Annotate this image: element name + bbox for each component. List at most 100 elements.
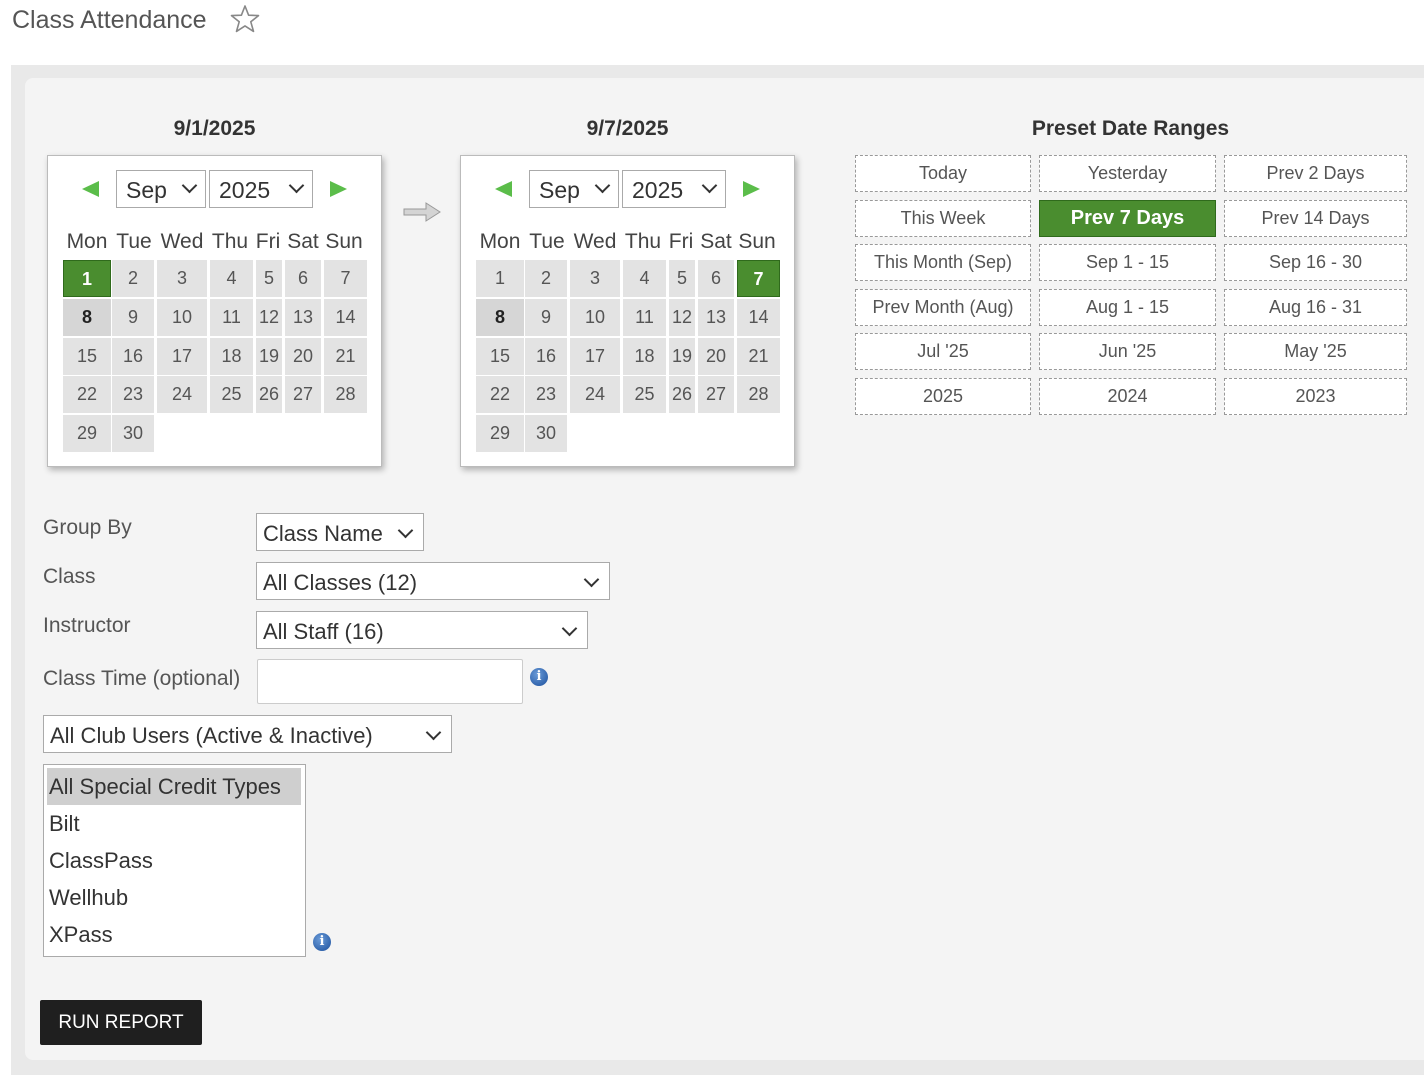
calendar-day[interactable]: 7 [737,260,780,297]
preset-range-button[interactable]: 2025 [855,378,1031,415]
calendar-day[interactable]: 15 [476,338,524,375]
calendar-day[interactable]: 17 [157,338,207,375]
calendar-day[interactable]: 12 [256,299,282,336]
calendar-day[interactable]: 30 [525,415,567,452]
class-select[interactable]: All Classes (12) [256,562,610,600]
calendar-day[interactable]: 10 [570,299,620,336]
next-month-arrow-icon[interactable] [743,181,760,197]
preset-range-button[interactable]: Prev 2 Days [1224,155,1407,192]
month-select[interactable]: Sep [529,170,619,208]
calendar-day[interactable]: 21 [737,338,780,375]
preset-range-button[interactable]: 2023 [1224,378,1407,415]
calendar-day[interactable]: 24 [157,376,207,413]
calendar-day[interactable]: 25 [623,376,666,413]
calendar-day[interactable]: 22 [63,376,111,413]
calendar-day[interactable]: 4 [623,260,666,297]
calendar-day[interactable]: 10 [157,299,207,336]
calendar-day[interactable]: 3 [570,260,620,297]
calendar-day[interactable]: 5 [669,260,695,297]
calendar-day[interactable]: 1 [63,260,111,297]
preset-range-button[interactable]: Yesterday [1039,155,1216,192]
calendar-day[interactable]: 30 [112,415,154,452]
calendar-day[interactable]: 13 [698,299,734,336]
calendar-day[interactable]: 27 [285,376,321,413]
calendar-day[interactable]: 14 [737,299,780,336]
star-icon[interactable] [229,3,261,35]
calendar-day[interactable]: 25 [210,376,253,413]
list-item[interactable]: ClassPass [47,842,301,879]
info-icon[interactable]: i [313,933,331,951]
next-month-arrow-icon[interactable] [330,181,347,197]
calendar-day[interactable]: 6 [285,260,321,297]
calendar-day[interactable]: 15 [63,338,111,375]
calendar-day[interactable]: 16 [525,338,567,375]
preset-range-button[interactable]: May '25 [1224,333,1407,370]
preset-range-button[interactable]: Prev 14 Days [1224,200,1407,237]
calendar-day[interactable]: 3 [157,260,207,297]
preset-range-button[interactable]: Aug 16 - 31 [1224,289,1407,326]
calendar-day[interactable]: 23 [112,376,154,413]
preset-range-button[interactable]: Sep 1 - 15 [1039,244,1216,281]
prev-month-arrow-icon[interactable] [495,181,512,197]
preset-range-button[interactable]: This Week [855,200,1031,237]
calendar-day[interactable]: 29 [476,415,524,452]
calendar-day[interactable]: 9 [525,299,567,336]
calendar-day[interactable]: 4 [210,260,253,297]
calendar-day[interactable]: 21 [324,338,367,375]
preset-range-button[interactable]: This Month (Sep) [855,244,1031,281]
calendar-day[interactable]: 19 [256,338,282,375]
preset-range-button[interactable]: Sep 16 - 30 [1224,244,1407,281]
calendar-day[interactable]: 8 [476,299,524,336]
list-item[interactable]: Wellhub [47,879,301,916]
calendar-day[interactable]: 1 [476,260,524,297]
year-select[interactable]: 2025 [209,170,313,208]
calendar-day[interactable]: 5 [256,260,282,297]
calendar-day[interactable]: 22 [476,376,524,413]
preset-range-button[interactable]: Today [855,155,1031,192]
calendar-day[interactable]: 28 [737,376,780,413]
calendar-day[interactable]: 29 [63,415,111,452]
calendar-day[interactable]: 26 [256,376,282,413]
calendar-day[interactable]: 14 [324,299,367,336]
preset-range-button[interactable]: Prev 7 Days [1039,200,1216,237]
calendar-day[interactable]: 16 [112,338,154,375]
list-item[interactable]: Bilt [47,805,301,842]
preset-range-button[interactable]: Aug 1 - 15 [1039,289,1216,326]
calendar-day[interactable]: 27 [698,376,734,413]
calendar-day[interactable]: 6 [698,260,734,297]
group-by-select[interactable]: Class Name [256,513,424,551]
class-time-input[interactable] [257,659,523,704]
calendar-day[interactable]: 2 [112,260,154,297]
list-item[interactable]: XPass [47,916,301,953]
calendar-day[interactable]: 20 [698,338,734,375]
prev-month-arrow-icon[interactable] [82,181,99,197]
calendar-day[interactable]: 17 [570,338,620,375]
run-report-button[interactable]: RUN REPORT [40,1000,202,1045]
calendar-day[interactable]: 19 [669,338,695,375]
preset-range-button[interactable]: Prev Month (Aug) [855,289,1031,326]
year-select[interactable]: 2025 [622,170,726,208]
calendar-day[interactable]: 12 [669,299,695,336]
calendar-day[interactable]: 11 [210,299,253,336]
calendar-day[interactable]: 11 [623,299,666,336]
calendar-day[interactable]: 20 [285,338,321,375]
calendar-day[interactable]: 28 [324,376,367,413]
list-item[interactable]: All Special Credit Types [47,768,301,805]
info-icon[interactable]: i [530,668,548,686]
special-credit-types-listbox[interactable]: All Special Credit Types Bilt ClassPass Wel… [43,764,306,957]
calendar-day[interactable]: 23 [525,376,567,413]
month-select[interactable]: Sep [116,170,206,208]
calendar-day[interactable]: 24 [570,376,620,413]
preset-range-button[interactable]: Jun '25 [1039,333,1216,370]
calendar-day[interactable]: 18 [623,338,666,375]
calendar-day[interactable]: 7 [324,260,367,297]
club-users-select[interactable]: All Club Users (Active & Inactive) [43,715,452,753]
calendar-day[interactable]: 8 [63,299,111,336]
calendar-day[interactable]: 18 [210,338,253,375]
calendar-day[interactable]: 9 [112,299,154,336]
instructor-select[interactable]: All Staff (16) [256,611,588,649]
preset-range-button[interactable]: Jul '25 [855,333,1031,370]
calendar-day[interactable]: 2 [525,260,567,297]
calendar-day[interactable]: 26 [669,376,695,413]
calendar-day[interactable]: 13 [285,299,321,336]
